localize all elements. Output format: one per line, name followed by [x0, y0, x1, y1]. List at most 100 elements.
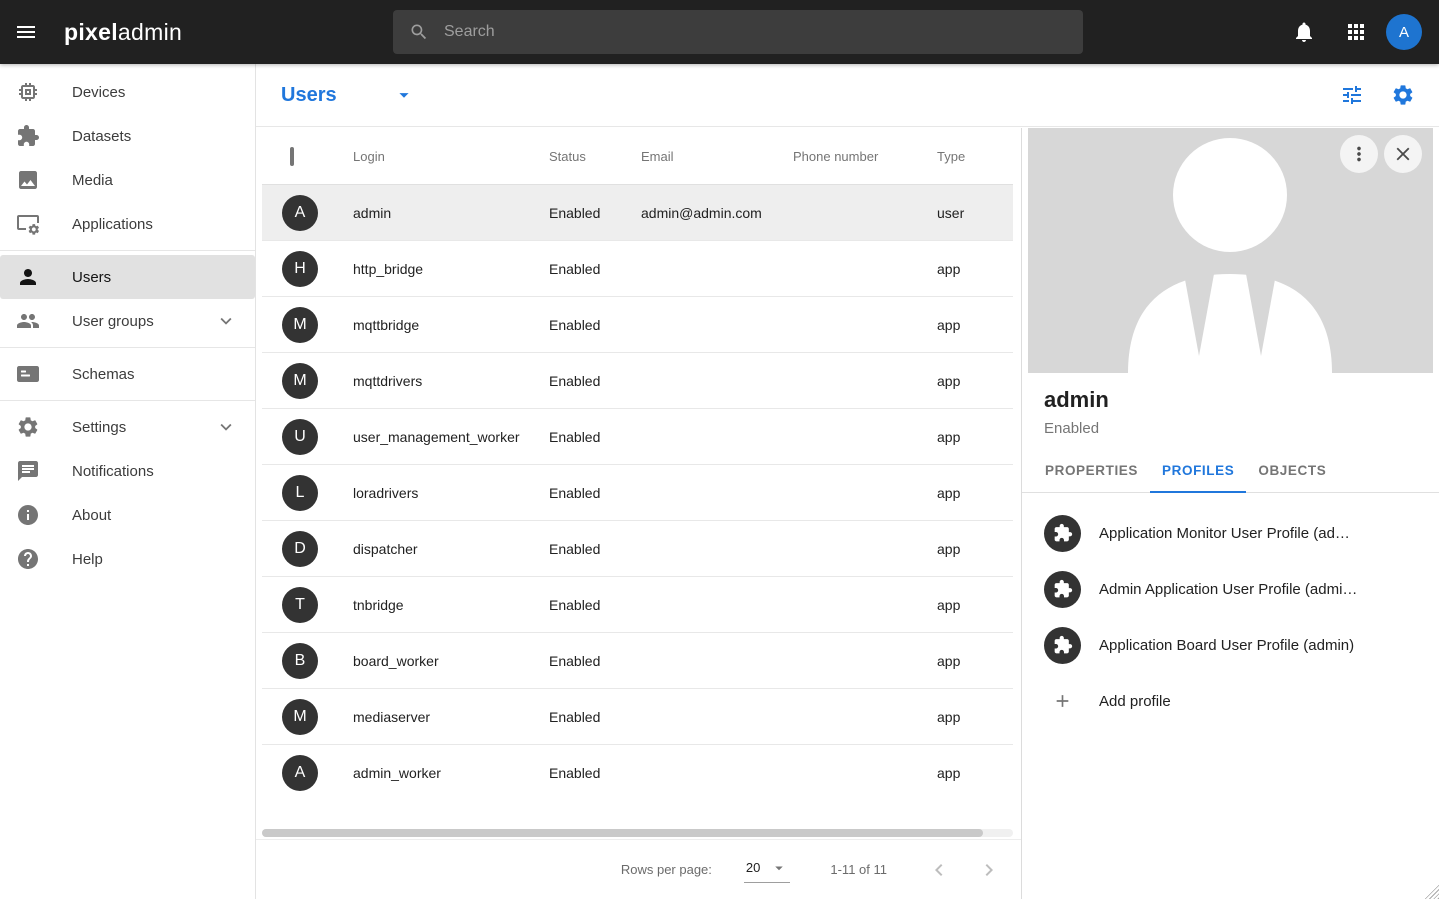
table-row-mediaserver[interactable]: M mediaserver Enabled app: [262, 689, 1013, 745]
cell-login: http_bridge: [353, 261, 549, 277]
global-search: [393, 10, 1083, 54]
cell-status: Enabled: [549, 373, 641, 389]
sidebar-item-user-groups[interactable]: User groups: [0, 299, 255, 343]
table-row-user-management-worker[interactable]: U user_management_worker Enabled app: [262, 409, 1013, 465]
tab-objects[interactable]: OBJECTS: [1246, 463, 1338, 492]
table-header-row: Login Status Email Phone number Type: [262, 128, 1013, 185]
sidebar-item-datasets[interactable]: Datasets: [0, 114, 255, 158]
sidebar-item-settings[interactable]: Settings: [0, 405, 255, 449]
app-window-gear-icon: [16, 212, 40, 236]
sidebar-item-about[interactable]: About: [0, 493, 255, 537]
table-row-tnbridge[interactable]: T tnbridge Enabled app: [262, 577, 1013, 633]
cell-login: admin: [353, 205, 549, 221]
previous-page-button[interactable]: [927, 858, 951, 882]
users-table-pane: Login Status Email Phone number Type A a…: [256, 128, 1021, 899]
cell-type: app: [937, 261, 1013, 277]
profile-item-application-monitor-user-profile-ad[interactable]: Application Monitor User Profile (ad…: [1022, 505, 1439, 561]
sidebar-item-schemas[interactable]: Schemas: [0, 352, 255, 396]
user-avatar-button[interactable]: A: [1386, 14, 1422, 50]
cell-status: Enabled: [549, 541, 641, 557]
filter-columns-button[interactable]: [1340, 83, 1364, 107]
table-row-admin-worker[interactable]: A admin_worker Enabled app: [262, 745, 1013, 801]
cell-status: Enabled: [549, 597, 641, 613]
tab-profiles[interactable]: PROFILES: [1150, 463, 1246, 492]
row-avatar: B: [282, 643, 318, 679]
hamburger-menu-icon: [14, 20, 38, 44]
profiles-list: Application Monitor User Profile (ad… Ad…: [1022, 505, 1439, 729]
column-header-email: Email: [641, 149, 793, 164]
column-header-status: Status: [549, 149, 641, 164]
table-settings-button[interactable]: [1391, 83, 1415, 107]
help-icon: [16, 547, 40, 571]
column-header-type: Type: [937, 149, 1013, 164]
avatar-letter: A: [1399, 24, 1409, 41]
close-panel-button[interactable]: [1384, 135, 1422, 173]
person-icon: [16, 265, 40, 289]
topbar: pixeladmin A: [0, 0, 1439, 64]
sidebar-item-help[interactable]: Help: [0, 537, 255, 581]
sidebar-item-applications[interactable]: Applications: [0, 202, 255, 246]
profile-avatar: [1044, 627, 1081, 664]
caret-down-icon: [770, 859, 788, 877]
entity-selector[interactable]: Users: [281, 84, 337, 107]
logo-light-text: admin: [118, 19, 182, 45]
table-row-loradrivers[interactable]: L loradrivers Enabled app: [262, 465, 1013, 521]
table-row-dispatcher[interactable]: D dispatcher Enabled app: [262, 521, 1013, 577]
cell-login: mqttbridge: [353, 317, 549, 333]
next-page-button[interactable]: [977, 858, 1001, 882]
rows-per-page-select[interactable]: 20: [744, 857, 790, 883]
more-options-button[interactable]: [1340, 135, 1378, 173]
rows-per-page-value: 20: [746, 860, 760, 875]
add-profile-button[interactable]: Add profile: [1022, 673, 1439, 729]
sidebar-item-devices[interactable]: Devices: [0, 70, 255, 114]
cell-status: Enabled: [549, 485, 641, 501]
select-all-checkbox[interactable]: [290, 147, 294, 166]
profile-item-application-board-user-profile-admin[interactable]: Application Board User Profile (admin): [1022, 617, 1439, 673]
chat-icon: [16, 459, 40, 483]
image-icon: [16, 168, 40, 192]
cell-type: user: [937, 205, 1013, 221]
pagination-bar: Rows per page: 20 1-11 of 11: [256, 839, 1021, 899]
cell-status: Enabled: [549, 261, 641, 277]
search-input[interactable]: [442, 22, 1067, 42]
profile-item-admin-application-user-profile-admi[interactable]: Admin Application User Profile (admi…: [1022, 561, 1439, 617]
tab-properties[interactable]: PROPERTIES: [1033, 463, 1150, 492]
table-row-admin[interactable]: A admin Enabled admin@admin.com user: [262, 185, 1013, 241]
menu-button[interactable]: [2, 8, 50, 56]
apps-grid-button[interactable]: [1344, 20, 1368, 44]
rows-per-page-label: Rows per page:: [621, 862, 712, 877]
table-row-mqttdrivers[interactable]: M mqttdrivers Enabled app: [262, 353, 1013, 409]
cell-login: board_worker: [353, 653, 549, 669]
sidebar-item-users[interactable]: Users: [0, 255, 255, 299]
puzzle-icon: [1053, 579, 1073, 599]
cell-type: app: [937, 317, 1013, 333]
content-header: Users: [256, 64, 1439, 127]
cell-login: admin_worker: [353, 765, 549, 781]
cell-login: tnbridge: [353, 597, 549, 613]
row-avatar: T: [282, 587, 318, 623]
scrollbar-thumb[interactable]: [262, 829, 983, 837]
cell-type: app: [937, 485, 1013, 501]
puzzle-icon: [1053, 635, 1073, 655]
cell-type: app: [937, 373, 1013, 389]
kebab-menu-icon: [1348, 143, 1370, 165]
entity-caret-down-icon[interactable]: [393, 84, 415, 106]
close-icon: [1392, 143, 1414, 165]
cell-login: user_management_worker: [353, 429, 549, 445]
horizontal-scrollbar[interactable]: [262, 829, 1013, 837]
sidebar-item-media[interactable]: Media: [0, 158, 255, 202]
detail-user-name: admin: [1044, 387, 1439, 413]
cell-type: app: [937, 653, 1013, 669]
puzzle-icon: [16, 124, 40, 148]
table-row-http-bridge[interactable]: H http_bridge Enabled app: [262, 241, 1013, 297]
users-table: Login Status Email Phone number Type A a…: [262, 128, 1013, 801]
row-avatar: A: [282, 195, 318, 231]
sidebar-item-notifications[interactable]: Notifications: [0, 449, 255, 493]
table-row-board-worker[interactable]: B board_worker Enabled app: [262, 633, 1013, 689]
table-row-mqttbridge[interactable]: M mqttbridge Enabled app: [262, 297, 1013, 353]
cell-login: dispatcher: [353, 541, 549, 557]
chevron-down-icon: [215, 310, 237, 332]
notifications-bell-button[interactable]: [1292, 20, 1316, 44]
chevron-down-icon: [215, 416, 237, 438]
sidebar-divider: [0, 400, 255, 401]
